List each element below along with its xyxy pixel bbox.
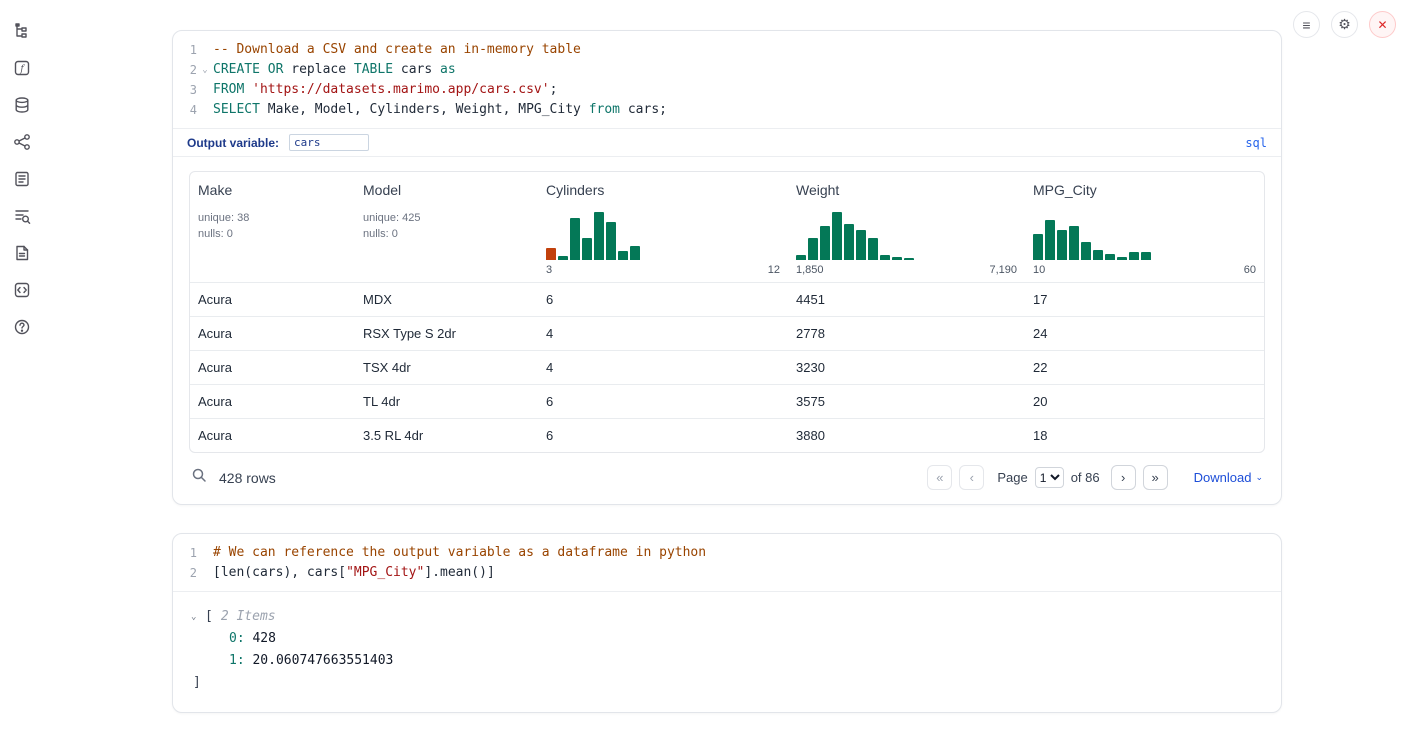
svg-text:f: f: [19, 65, 25, 75]
histogram-Weight: [796, 210, 914, 260]
left-sidebar: f: [0, 0, 44, 729]
python-code-editor[interactable]: 1# We can reference the output variable …: [173, 534, 1281, 592]
shutdown-button[interactable]: ✕: [1369, 11, 1396, 38]
page-label: Page: [997, 470, 1027, 485]
next-page-button[interactable]: ›: [1111, 465, 1136, 490]
column-header-MPG_City[interactable]: MPG_City1060: [1025, 172, 1264, 282]
last-page-icon: »: [1152, 470, 1159, 485]
tree-open-bracket: [: [205, 606, 213, 628]
top-controls: ≡ ⚙ ✕: [1293, 11, 1396, 38]
tree-entry[interactable]: 0: 428: [191, 628, 1265, 650]
tree-root[interactable]: ⌄ [ 2 Items: [191, 606, 1265, 628]
table-row[interactable]: AcuraMDX6445117: [190, 282, 1264, 316]
close-icon: ✕: [1377, 18, 1387, 32]
help-icon[interactable]: [11, 316, 33, 338]
function-icon[interactable]: f: [11, 57, 33, 79]
tree-entries: 0: 4281: 20.060747663551403: [191, 628, 1265, 672]
database-icon[interactable]: [11, 94, 33, 116]
logs-icon[interactable]: [11, 205, 33, 227]
settings-button[interactable]: ⚙: [1331, 11, 1358, 38]
code-line[interactable]: 2⌄CREATE OR replace TABLE cars as: [173, 60, 1281, 80]
table-row[interactable]: AcuraTL 4dr6357520: [190, 384, 1264, 418]
chevron-down-icon: ⌄: [1255, 472, 1263, 483]
table-row[interactable]: Acura3.5 RL 4dr6388018: [190, 418, 1264, 452]
data-table: Makeunique: 38nulls: 0Modelunique: 425nu…: [189, 171, 1265, 453]
file-tree-icon[interactable]: [11, 20, 33, 42]
output-variable-input[interactable]: [289, 134, 369, 151]
histogram-Cylinders: [546, 210, 640, 260]
first-page-icon: «: [936, 470, 943, 485]
sql-cell: 1-- Download a CSV and create an in-memo…: [172, 30, 1282, 505]
page-select[interactable]: 1: [1035, 467, 1064, 488]
code-line[interactable]: 2[len(cars), cars["MPG_City"].mean()]: [173, 563, 1281, 583]
download-label: Download: [1194, 470, 1252, 485]
code-line[interactable]: 1-- Download a CSV and create an in-memo…: [173, 40, 1281, 60]
search-icon[interactable]: [191, 467, 207, 488]
code-line[interactable]: 4SELECT Make, Model, Cylinders, Weight, …: [173, 100, 1281, 120]
gear-icon: ⚙: [1338, 16, 1351, 33]
histogram-MPG_City: [1033, 210, 1151, 260]
pagination: « ‹ Page 1 of 86 › »: [927, 465, 1167, 490]
tree-entry[interactable]: 1: 20.060747663551403: [191, 650, 1265, 672]
snippets-icon[interactable]: [11, 242, 33, 264]
output-variable-bar: Output variable: sql: [173, 129, 1281, 157]
tree-close-bracket: ]: [191, 672, 1265, 694]
python-output: ⌄ [ 2 Items 0: 4281: 20.060747663551403 …: [173, 592, 1281, 712]
column-header-Model[interactable]: Modelunique: 425nulls: 0: [355, 172, 538, 282]
scratchpad-icon[interactable]: [11, 168, 33, 190]
table-row[interactable]: AcuraRSX Type S 2dr4277824: [190, 316, 1264, 350]
first-page-button[interactable]: «: [927, 465, 952, 490]
table-header: Makeunique: 38nulls: 0Modelunique: 425nu…: [190, 172, 1264, 282]
prev-page-button[interactable]: ‹: [959, 465, 984, 490]
table-body: AcuraMDX6445117AcuraRSX Type S 2dr427782…: [190, 282, 1264, 452]
code-line[interactable]: 1# We can reference the output variable …: [173, 543, 1281, 563]
last-page-button[interactable]: »: [1143, 465, 1168, 490]
column-header-Weight[interactable]: Weight1,8507,190: [788, 172, 1025, 282]
code-line[interactable]: 3FROM 'https://datasets.marimo.app/cars.…: [173, 80, 1281, 100]
menu-icon: ≡: [1302, 17, 1310, 33]
page-total-label: of 86: [1071, 470, 1100, 485]
tree-collapse-icon[interactable]: ⌄: [191, 606, 203, 628]
next-page-icon: ›: [1121, 470, 1125, 485]
dependency-graph-icon[interactable]: [11, 131, 33, 153]
sql-code-editor[interactable]: 1-- Download a CSV and create an in-memo…: [173, 31, 1281, 129]
prev-page-icon: ‹: [970, 470, 974, 485]
language-badge: sql: [1245, 136, 1267, 150]
documentation-icon[interactable]: [11, 279, 33, 301]
column-header-Cylinders[interactable]: Cylinders312: [538, 172, 788, 282]
table-footer: 428 rows « ‹ Page 1 of 86 › » Download ⌄: [173, 453, 1281, 504]
table-row[interactable]: AcuraTSX 4dr4323022: [190, 350, 1264, 384]
output-variable-label: Output variable:: [187, 136, 279, 150]
download-button[interactable]: Download ⌄: [1194, 470, 1263, 485]
tree-items-count: 2 Items: [221, 606, 276, 628]
python-cell: 1# We can reference the output variable …: [172, 533, 1282, 713]
column-header-Make[interactable]: Makeunique: 38nulls: 0: [190, 172, 355, 282]
menu-button[interactable]: ≡: [1293, 11, 1320, 38]
row-count: 428 rows: [219, 470, 276, 486]
notebook: 1-- Download a CSV and create an in-memo…: [172, 30, 1282, 713]
